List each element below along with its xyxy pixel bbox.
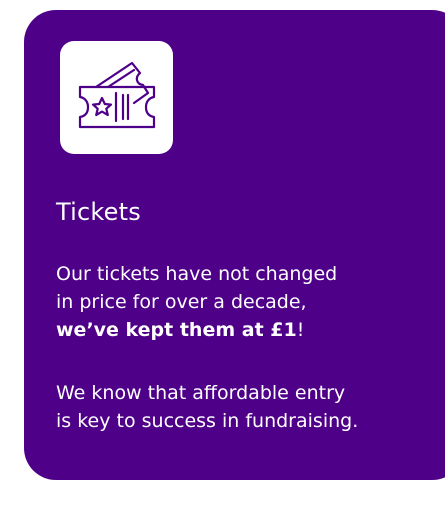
icon-tile bbox=[60, 41, 173, 154]
paragraph-suffix: ! bbox=[296, 319, 305, 341]
affordability-paragraph: We know that affordable entry is key to … bbox=[56, 379, 445, 435]
paragraph-line: Our tickets have not changed bbox=[56, 263, 338, 285]
paragraph-line: We know that affordable entry bbox=[56, 382, 346, 404]
price-highlight: we’ve kept them at £1 bbox=[56, 319, 297, 341]
paragraph-line: is key to success in fundraising. bbox=[56, 410, 359, 432]
card-title: Tickets bbox=[56, 198, 141, 226]
paragraph-line: in price for over a decade, bbox=[56, 291, 307, 313]
tickets-card: Tickets Our tickets have not changed in … bbox=[24, 10, 445, 480]
ticket-icon bbox=[78, 61, 156, 129]
ticket-price-paragraph: Our tickets have not changed in price fo… bbox=[56, 260, 445, 344]
